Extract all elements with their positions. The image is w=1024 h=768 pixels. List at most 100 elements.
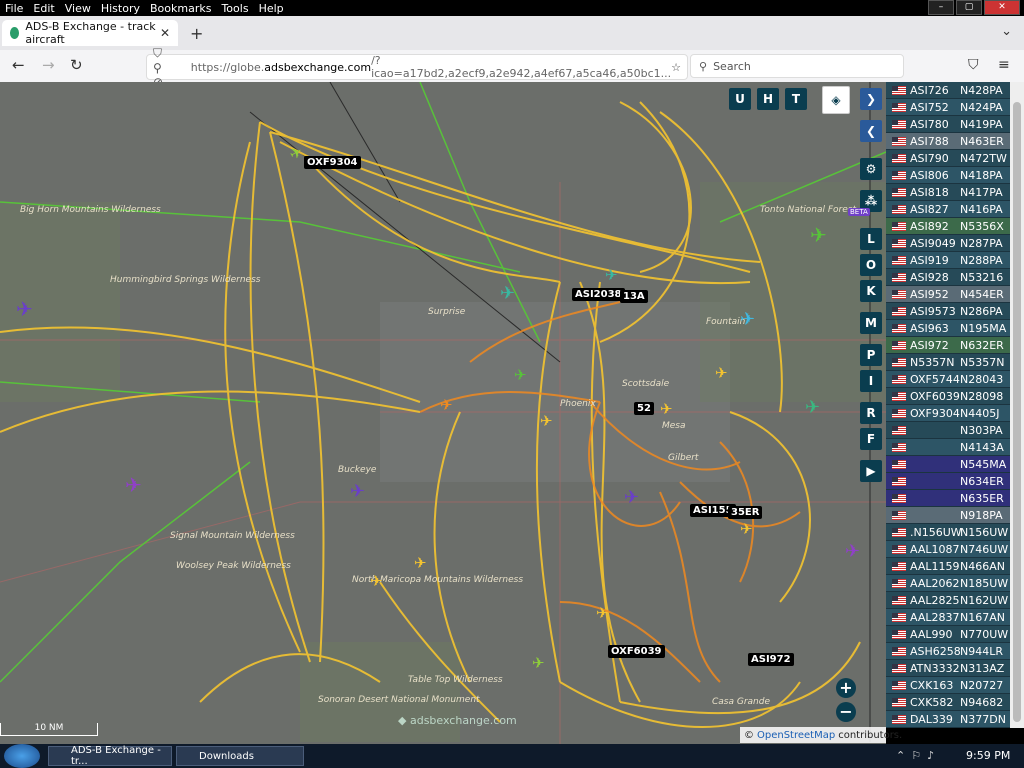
aircraft-row[interactable]: OXF5744 N28043 xyxy=(886,371,1010,388)
bookmark-star-icon[interactable]: ☆ xyxy=(671,61,681,74)
aircraft-icon[interactable]: ✈ xyxy=(715,366,728,381)
aircraft-icon[interactable]: ✈ xyxy=(540,414,553,429)
aircraft-icon[interactable]: ✈ xyxy=(805,399,820,417)
new-tab-button[interactable]: + xyxy=(190,24,203,43)
aircraft-row[interactable]: .N156UW N156UW xyxy=(886,524,1010,541)
aircraft-row[interactable]: ASI9573 N286PA xyxy=(886,303,1010,320)
aircraft-row[interactable]: ASI827 N416PA xyxy=(886,201,1010,218)
aircraft-row[interactable]: ASI788 N463ER xyxy=(886,133,1010,150)
aircraft-row[interactable]: ASI790 N472TW xyxy=(886,150,1010,167)
maximize-button[interactable]: ▢ xyxy=(956,0,982,15)
aircraft-row[interactable]: ASI928 N53216 xyxy=(886,269,1010,286)
aircraft-row[interactable]: N4143A xyxy=(886,439,1010,456)
aircraft-row[interactable]: N303PA xyxy=(886,422,1010,439)
toggle-o-button[interactable]: O xyxy=(860,254,882,276)
menu-view[interactable]: View xyxy=(60,2,96,15)
forward-icon[interactable]: → xyxy=(42,56,55,74)
callsign-label[interactable]: OXF9304 xyxy=(304,156,361,169)
tab-adsb[interactable]: ADS-B Exchange - track aircraft ✕ xyxy=(2,20,178,46)
aircraft-row[interactable]: ASI9049 N287PA xyxy=(886,235,1010,252)
minimize-button[interactable]: – xyxy=(928,0,954,15)
aircraft-row[interactable]: OXF9304 N4405J xyxy=(886,405,1010,422)
aircraft-list[interactable]: ASI726 N428PA ASI752 N424PA ASI780 N419PA ASI7… xyxy=(886,82,1010,728)
aircraft-icon[interactable]: ✈ xyxy=(350,483,365,501)
aircraft-icon[interactable]: ✈ xyxy=(845,543,860,561)
clock[interactable]: 9:59 PM xyxy=(966,749,1010,762)
aircraft-row[interactable]: N5357N N5357N xyxy=(886,354,1010,371)
menu-help[interactable]: Help xyxy=(254,2,289,15)
zoom-in-button[interactable]: + xyxy=(836,678,856,698)
aircraft-icon[interactable]: ✈ xyxy=(740,311,755,329)
aircraft-row[interactable]: ASI892 N5356X xyxy=(886,218,1010,235)
menu-file[interactable]: File xyxy=(0,2,28,15)
callsign-label[interactable]: ASI972 xyxy=(748,653,794,666)
aircraft-row[interactable]: AAL2062 N185UW xyxy=(886,575,1010,592)
collapse-panel-icon[interactable]: ❮ xyxy=(860,120,882,142)
aircraft-row[interactable]: ASI726 N428PA xyxy=(886,82,1010,99)
aircraft-icon[interactable]: ✈ xyxy=(16,299,33,319)
layers-icon[interactable]: ◈ xyxy=(822,86,850,114)
aircraft-row[interactable]: ASI972 N632ER xyxy=(886,337,1010,354)
toggle-h-button[interactable]: H xyxy=(757,88,779,110)
aircraft-row[interactable]: N634ER xyxy=(886,473,1010,490)
callsign-label[interactable]: 52 xyxy=(634,402,654,415)
aircraft-icon[interactable]: ✈ xyxy=(125,475,142,495)
toggle-t-button[interactable]: T xyxy=(785,88,807,110)
aircraft-row[interactable]: AAL1159 N466AN xyxy=(886,558,1010,575)
callsign-label[interactable]: ASI2038 xyxy=(572,288,625,301)
settings-gear-icon[interactable]: ⚙ xyxy=(860,158,882,180)
aircraft-row[interactable]: ATN3332 N313AZ xyxy=(886,660,1010,677)
callsign-label[interactable]: OXF6039 xyxy=(608,645,665,658)
aircraft-row[interactable]: ASI952 N454ER xyxy=(886,286,1010,303)
aircraft-row[interactable]: AAL1087 N746UW xyxy=(886,541,1010,558)
toggle-m-button[interactable]: M xyxy=(860,312,882,334)
toggle-l-button[interactable]: L xyxy=(860,228,882,250)
aircraft-icon[interactable]: ✈ xyxy=(660,402,673,417)
aircraft-icon[interactable]: ✈ xyxy=(810,225,827,245)
list-all-tabs-icon[interactable]: ⌄ xyxy=(1001,24,1012,39)
aircraft-icon[interactable]: ✈ xyxy=(370,574,383,589)
scrollbar-thumb[interactable] xyxy=(1013,102,1021,722)
callsign-label[interactable]: 13A xyxy=(620,290,648,303)
toggle-i-button[interactable]: I xyxy=(860,370,882,392)
taskbar-downloads[interactable]: Downloads xyxy=(176,746,304,766)
aircraft-row[interactable]: AAL2825 N162UW xyxy=(886,592,1010,609)
menu-tools[interactable]: Tools xyxy=(216,2,253,15)
app-menu-icon[interactable]: ≡ xyxy=(998,57,1010,73)
aircraft-row[interactable]: DAL339 N377DN xyxy=(886,711,1010,728)
aircraft-row[interactable]: N635ER xyxy=(886,490,1010,507)
menu-bookmarks[interactable]: Bookmarks xyxy=(145,2,216,15)
aircraft-icon[interactable]: ✈ xyxy=(440,398,453,413)
taskbar-firefox[interactable]: ADS-B Exchange - tr... xyxy=(48,745,172,767)
flight-map[interactable]: Tonto National Forest Surprise Phoenix S… xyxy=(0,82,886,744)
aircraft-icon[interactable]: ✈ xyxy=(605,268,618,283)
toggle-f-button[interactable]: F xyxy=(860,428,882,450)
aircraft-row[interactable]: CXK163 N20727 xyxy=(886,677,1010,694)
toggle-k-button[interactable]: K xyxy=(860,280,882,302)
aircraft-icon[interactable]: ✈ xyxy=(596,606,609,621)
aircraft-row[interactable]: AAL990 N770UW xyxy=(886,626,1010,643)
back-icon[interactable]: ← xyxy=(12,56,25,74)
aircraft-row[interactable]: ASI963 N195MA xyxy=(886,320,1010,337)
osm-link[interactable]: OpenStreetMap xyxy=(757,730,835,741)
aircraft-row[interactable]: ASH6258 N944LR xyxy=(886,643,1010,660)
aircraft-row[interactable]: ASI818 N417PA xyxy=(886,184,1010,201)
reload-icon[interactable]: ↻ xyxy=(70,56,83,74)
callsign-label[interactable]: 35ER xyxy=(728,506,763,519)
expand-panel-icon[interactable]: ❯ xyxy=(860,88,882,110)
aircraft-icon[interactable]: ✈ xyxy=(624,489,639,507)
aircraft-row[interactable]: CXK582 N94682 xyxy=(886,694,1010,711)
aircraft-row[interactable]: OXF6039 N28098 xyxy=(886,388,1010,405)
tab-close-icon[interactable]: ✕ xyxy=(160,26,170,40)
toggle-u-button[interactable]: U xyxy=(729,88,751,110)
list-scrollbar[interactable] xyxy=(1010,82,1024,728)
aircraft-icon[interactable]: ✈ xyxy=(500,285,515,303)
system-tray-icons[interactable]: ⌃⚐♪ xyxy=(896,749,940,762)
aircraft-row[interactable]: ASI780 N419PA xyxy=(886,116,1010,133)
url-bar[interactable]: ⛉ ⚲ ⊘ https://globe.adsbexchange.com/?ic… xyxy=(146,46,688,89)
aircraft-row[interactable]: ASI919 N288PA xyxy=(886,252,1010,269)
start-button[interactable] xyxy=(4,744,40,768)
aircraft-row[interactable]: ASI752 N424PA xyxy=(886,99,1010,116)
toggle-p-button[interactable]: P xyxy=(860,344,882,366)
toggle-r-button[interactable]: R xyxy=(860,402,882,424)
